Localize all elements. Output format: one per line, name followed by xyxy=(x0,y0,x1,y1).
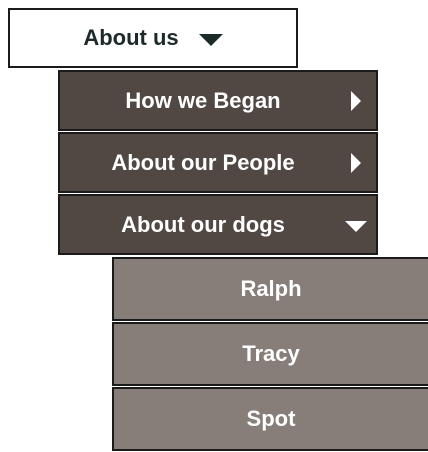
menu-item-tracy[interactable]: Tracy xyxy=(112,322,428,386)
about-us-submenu: How we Began About our People About our … xyxy=(58,70,378,256)
caret-right-icon xyxy=(336,152,376,173)
caret-down-icon xyxy=(198,34,223,46)
menu-item-label: About our People xyxy=(111,149,295,175)
menu-item-spot[interactable]: Spot xyxy=(112,387,428,451)
menu-item-how-we-began[interactable]: How we Began xyxy=(58,70,378,131)
menu-item-label: How we Began xyxy=(125,87,281,113)
caret-right-icon xyxy=(336,90,376,111)
caret-down-icon xyxy=(336,217,376,232)
about-our-dogs-submenu: Ralph Tracy Spot xyxy=(112,257,428,452)
menu-item-label: About our dogs xyxy=(121,211,285,237)
menu-item-ralph[interactable]: Ralph xyxy=(112,257,428,321)
about-us-menu-button[interactable]: About us xyxy=(8,8,298,68)
about-us-label: About us xyxy=(83,25,179,50)
menu-item-about-our-dogs[interactable]: About our dogs xyxy=(58,194,378,255)
menu-item-about-our-people[interactable]: About our People xyxy=(58,132,378,193)
